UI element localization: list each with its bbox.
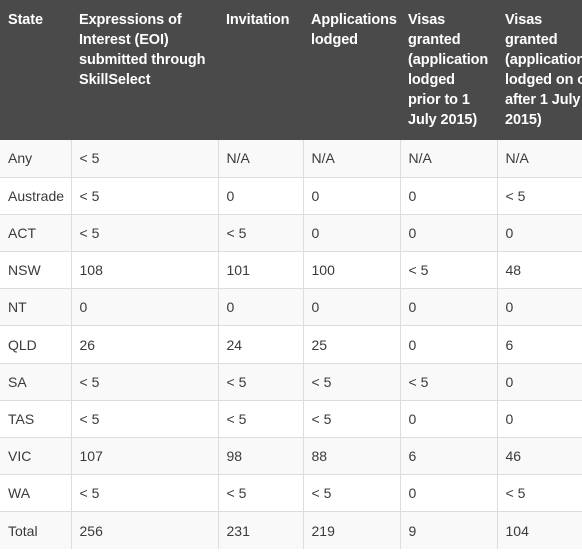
cell-eoi: 256 [71, 511, 219, 550]
cell-eoi: 108 [71, 251, 219, 290]
column-header-visas-after: Visas granted (application lodged on or … [497, 0, 582, 140]
cell-invitation: < 5 [218, 474, 304, 513]
cell-applications: < 5 [303, 363, 401, 401]
table-row: Austrade < 5 0 0 0 < 5 [0, 177, 582, 215]
cell-visas-prior: 0 [400, 400, 498, 439]
cell-visas-prior: 6 [400, 437, 498, 476]
cell-visas-after: N/A [497, 140, 582, 178]
cell-eoi: 107 [71, 437, 219, 476]
table-row: VIC 107 98 88 6 46 [0, 437, 582, 476]
table-row: NT 0 0 0 0 0 [0, 288, 582, 327]
cell-applications: 88 [303, 437, 401, 476]
cell-state: NSW [0, 251, 72, 290]
cell-applications: 0 [303, 214, 401, 253]
cell-visas-prior: < 5 [400, 251, 498, 290]
cell-visas-after: 6 [497, 325, 582, 364]
table-row: Any < 5 N/A N/A N/A N/A [0, 140, 582, 178]
table-header-row: State Expressions of Interest (EOI) subm… [0, 0, 582, 140]
table-header: State Expressions of Interest (EOI) subm… [0, 0, 582, 140]
cell-state: QLD [0, 325, 72, 364]
cell-visas-prior: 0 [400, 288, 498, 327]
column-header-visas-prior: Visas granted (application lodged prior … [400, 0, 497, 140]
cell-visas-after: 46 [497, 437, 582, 476]
table-body: Any < 5 N/A N/A N/A N/A Austrade < 5 0 0… [0, 140, 582, 550]
table-row: QLD 26 24 25 0 6 [0, 325, 582, 364]
cell-visas-prior: 0 [400, 177, 498, 215]
cell-invitation: N/A [218, 140, 304, 178]
cell-visas-prior: 0 [400, 214, 498, 253]
cell-visas-after: 0 [497, 400, 582, 439]
table-row: SA < 5 < 5 < 5 < 5 0 [0, 363, 582, 401]
cell-state: SA [0, 363, 72, 401]
cell-visas-after: < 5 [497, 177, 582, 215]
cell-invitation: 98 [218, 437, 304, 476]
cell-applications: 25 [303, 325, 401, 364]
column-header-applications: Applications lodged [303, 0, 400, 140]
cell-eoi: < 5 [71, 363, 219, 401]
cell-invitation: 24 [218, 325, 304, 364]
table-viewport: State Expressions of Interest (EOI) subm… [0, 0, 582, 557]
cell-invitation: 231 [218, 511, 304, 550]
cell-invitation: < 5 [218, 214, 304, 253]
cell-invitation: < 5 [218, 363, 304, 401]
cell-eoi: 26 [71, 325, 219, 364]
table-row: ACT < 5 < 5 0 0 0 [0, 214, 582, 253]
cell-visas-prior: < 5 [400, 363, 498, 401]
cell-visas-prior: 9 [400, 511, 498, 550]
cell-visas-after: 0 [497, 363, 582, 401]
cell-visas-after: 0 [497, 288, 582, 327]
cell-visas-prior: 0 [400, 474, 498, 513]
column-header-invitation: Invitation [218, 0, 303, 140]
table-row: TAS < 5 < 5 < 5 0 0 [0, 400, 582, 439]
cell-applications: N/A [303, 140, 401, 178]
table-row: NSW 108 101 100 < 5 48 [0, 251, 582, 290]
table-row: WA < 5 < 5 < 5 0 < 5 [0, 474, 582, 513]
table-row-total: Total 256 231 219 9 104 [0, 511, 582, 550]
cell-state: TAS [0, 400, 72, 439]
cell-eoi: < 5 [71, 214, 219, 253]
cell-visas-after: < 5 [497, 474, 582, 513]
cell-eoi: < 5 [71, 400, 219, 439]
cell-visas-prior: 0 [400, 325, 498, 364]
cell-applications: 100 [303, 251, 401, 290]
cell-applications: < 5 [303, 474, 401, 513]
cell-state: Any [0, 140, 72, 178]
cell-state: WA [0, 474, 72, 513]
visa-statistics-table: State Expressions of Interest (EOI) subm… [0, 0, 582, 550]
column-header-eoi: Expressions of Interest (EOI) submitted … [71, 0, 218, 140]
cell-invitation: 101 [218, 251, 304, 290]
cell-eoi: 0 [71, 288, 219, 327]
cell-eoi: < 5 [71, 474, 219, 513]
cell-invitation: < 5 [218, 400, 304, 439]
cell-visas-after: 104 [497, 511, 582, 550]
cell-visas-after: 0 [497, 214, 582, 253]
cell-state: VIC [0, 437, 72, 476]
column-header-state: State [0, 0, 71, 140]
cell-applications: < 5 [303, 400, 401, 439]
cell-state: Austrade [0, 177, 72, 215]
cell-invitation: 0 [218, 177, 304, 215]
cell-state: NT [0, 288, 72, 327]
cell-invitation: 0 [218, 288, 304, 327]
cell-eoi: < 5 [71, 140, 219, 178]
cell-applications: 219 [303, 511, 401, 550]
cell-state: ACT [0, 214, 72, 253]
cell-applications: 0 [303, 177, 401, 215]
cell-state: Total [0, 511, 72, 550]
cell-visas-prior: N/A [400, 140, 498, 178]
cell-applications: 0 [303, 288, 401, 327]
cell-eoi: < 5 [71, 177, 219, 215]
cell-visas-after: 48 [497, 251, 582, 290]
